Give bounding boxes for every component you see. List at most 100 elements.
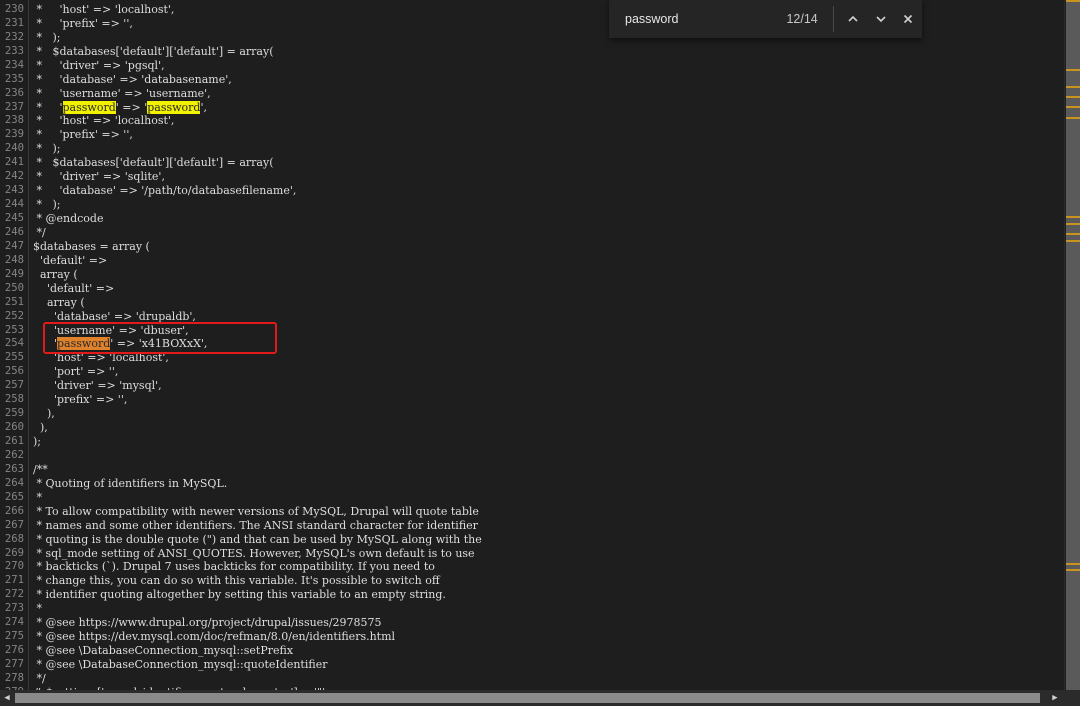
code-text: * 'database' => '/path/to/databasefilena… — [33, 184, 296, 198]
vertical-scrollbar[interactable] — [1064, 0, 1080, 690]
code-token: ' => ' — [115, 100, 148, 114]
line-number: 253 — [4, 323, 24, 336]
code-text: * $databases['default']['default'] = arr… — [33, 45, 273, 59]
code-text: 'default' => — [33, 254, 107, 268]
find-widget: 12/14 — [609, 0, 922, 38]
previous-match-button[interactable] — [840, 4, 867, 34]
code-token: * 'username' => 'username', — [33, 86, 211, 100]
horizontal-scroll-thumb[interactable] — [15, 693, 1040, 703]
chevron-up-icon — [848, 15, 858, 22]
line-number: 232 — [4, 30, 24, 43]
search-match: password — [62, 100, 116, 114]
code-line[interactable]: 259 ), — [0, 407, 1064, 421]
scroll-match-marker — [1066, 233, 1080, 235]
code-line[interactable]: 235 * 'database' => 'databasename', — [0, 73, 1064, 87]
code-line[interactable]: 261); — [0, 435, 1064, 449]
code-line[interactable]: 266 * To allow compatibility with newer … — [0, 505, 1064, 519]
scroll-right-arrow-icon[interactable]: ▶ — [1050, 693, 1060, 703]
code-token: */ — [33, 671, 46, 685]
find-input[interactable] — [623, 11, 772, 27]
scroll-left-arrow-icon[interactable]: ◀ — [2, 693, 12, 703]
code-line[interactable]: 241 * $databases['default']['default'] =… — [0, 156, 1064, 170]
line-number: 246 — [4, 225, 24, 238]
code-editor[interactable]: 229 * 'username' => 'username',230 * 'ho… — [0, 0, 1064, 690]
code-line[interactable]: 268 * quoting is the double quote (") an… — [0, 533, 1064, 547]
close-find-button[interactable] — [895, 4, 922, 34]
code-line[interactable]: 277 * @see \DatabaseConnection_mysql::qu… — [0, 658, 1064, 672]
code-text: * 'password' => 'password', — [33, 100, 207, 115]
code-line[interactable]: 245 * @endcode — [0, 212, 1064, 226]
code-token: * 'host' => 'localhost', — [33, 114, 175, 128]
line-number: 240 — [4, 142, 24, 155]
code-token: * To allow compatibility with newer vers… — [33, 504, 479, 518]
code-line[interactable]: 270 * backticks (`). Drupal 7 uses backt… — [0, 560, 1064, 574]
code-token: ); — [33, 435, 41, 448]
code-line[interactable]: 238 * 'host' => 'localhost', — [0, 114, 1064, 128]
code-text: * — [33, 602, 42, 616]
code-line[interactable]: 237 * 'password' => 'password', — [0, 100, 1064, 115]
code-line[interactable]: 275 * @see https://dev.mysql.com/doc/ref… — [0, 630, 1064, 644]
line-number: 278 — [4, 671, 24, 684]
line-number: 233 — [4, 44, 24, 57]
code-line[interactable]: 236 * 'username' => 'username', — [0, 87, 1064, 101]
code-text: * @see https://dev.mysql.com/doc/refman/… — [33, 630, 395, 644]
code-line[interactable]: 258 'prefix' => '', — [0, 393, 1064, 407]
code-text: */ — [33, 671, 46, 686]
code-line[interactable]: 243 * 'database' => '/path/to/databasefi… — [0, 184, 1064, 198]
line-number: 241 — [4, 156, 24, 169]
code-line[interactable]: 250 'default' => — [0, 282, 1064, 296]
code-token: * 'prefix' => '', — [33, 16, 133, 30]
code-line[interactable]: 267 * names and some other identifiers. … — [0, 519, 1064, 533]
code-text: * sql_mode setting of ANSI_QUOTES. Howev… — [33, 547, 474, 561]
code-token: * @see \DatabaseConnection_mysql::quoteI… — [33, 658, 328, 671]
code-token: * identifier quoting altogether by setti… — [33, 588, 446, 602]
code-line[interactable]: 248 'default' => — [0, 254, 1064, 268]
vertical-scroll-thumb[interactable] — [1066, 0, 1080, 690]
line-number: 242 — [4, 170, 24, 183]
code-line[interactable]: 247 $databases = array ( — [0, 240, 1064, 254]
code-line[interactable]: 233 * $databases['default']['default'] =… — [0, 45, 1064, 59]
code-line[interactable]: 263 /** — [0, 463, 1064, 477]
line-number: 254 — [4, 337, 24, 350]
code-token: ', — [200, 100, 207, 114]
code-line[interactable]: 249 array ( — [0, 268, 1064, 282]
code-token: */ — [33, 225, 46, 239]
code-line[interactable]: 251 array ( — [0, 296, 1064, 310]
code-line[interactable]: 276 * @see \DatabaseConnection_mysql::se… — [0, 644, 1064, 658]
scroll-match-marker — [1066, 86, 1080, 88]
code-line[interactable]: 256 'port' => '', — [0, 365, 1064, 379]
code-line[interactable]: 260 ), — [0, 421, 1064, 435]
line-number: 249 — [4, 267, 24, 280]
code-line[interactable]: 278 */ — [0, 672, 1064, 686]
code-text: * @endcode — [33, 212, 103, 226]
code-line[interactable]: 272 * identifier quoting altogether by s… — [0, 588, 1064, 602]
code-text: * 'prefix' => '', — [33, 128, 132, 142]
code-line[interactable]: 265 * — [0, 491, 1064, 505]
code-line[interactable]: 234 * 'driver' => 'pgsql', — [0, 59, 1064, 73]
code-line[interactable]: 257 'driver' => 'mysql', — [0, 379, 1064, 393]
code-line[interactable]: 271 * change this, you can do so with th… — [0, 574, 1064, 588]
code-line[interactable]: 246 */ — [0, 226, 1064, 240]
code-line[interactable]: 242 * 'driver' => 'sqlite', — [0, 170, 1064, 184]
code-text: array ( — [33, 296, 85, 310]
line-number: 264 — [4, 476, 24, 489]
line-number: 276 — [4, 644, 24, 657]
code-token: * ); — [33, 142, 61, 156]
code-line[interactable]: 269 * sql_mode setting of ANSI_QUOTES. H… — [0, 547, 1064, 561]
line-number: 245 — [4, 212, 24, 224]
code-line[interactable]: 244 * ); — [0, 198, 1064, 212]
code-token: * 'driver' => 'sqlite', — [33, 170, 165, 184]
line-number: 260 — [4, 421, 24, 434]
line-number: 266 — [4, 504, 24, 517]
code-line[interactable]: 264 * Quoting of identifiers in MySQL. — [0, 477, 1064, 491]
code-line[interactable]: 240 * ); — [0, 142, 1064, 156]
code-line[interactable]: 262 — [0, 449, 1064, 463]
line-number: 250 — [4, 281, 24, 294]
code-line[interactable]: 239 * 'prefix' => '', — [0, 128, 1064, 142]
next-match-button[interactable] — [867, 4, 894, 34]
horizontal-scrollbar[interactable]: ◀ ▶ — [0, 690, 1080, 706]
code-token: * 'driver' => 'pgsql', — [33, 58, 165, 72]
code-line[interactable]: 274 * @see https://www.drupal.org/projec… — [0, 616, 1064, 630]
code-line[interactable]: 273 * — [0, 602, 1064, 616]
code-token: * $databases['default']['default'] = arr… — [33, 156, 274, 170]
